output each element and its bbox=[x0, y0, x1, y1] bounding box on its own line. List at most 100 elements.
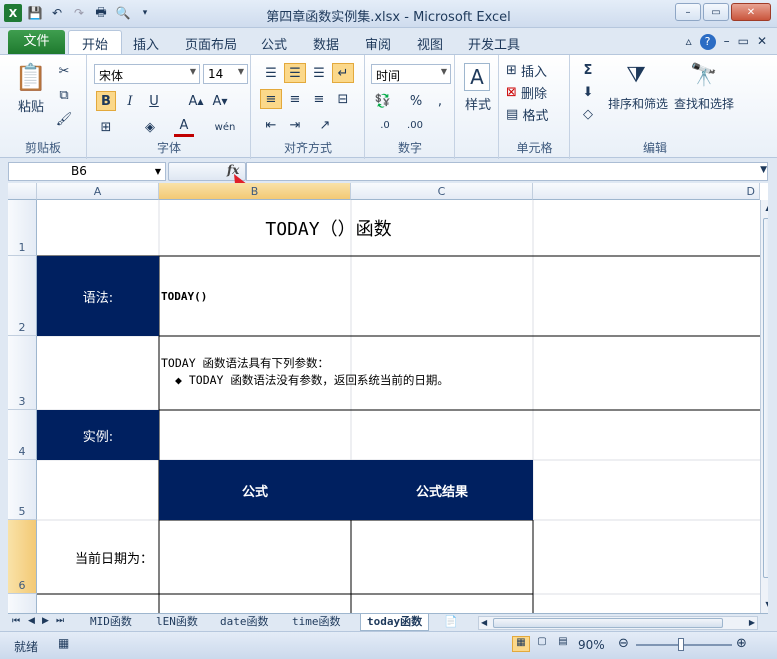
clear-icon[interactable]: ◇ bbox=[577, 105, 599, 123]
align-center-icon[interactable]: ≡ bbox=[284, 89, 306, 109]
column-header-b[interactable]: B bbox=[159, 183, 351, 200]
bold-button[interactable]: B bbox=[96, 91, 116, 111]
sheet-tab-date[interactable]: date函数 bbox=[214, 614, 275, 631]
column-header-d[interactable]: D bbox=[533, 183, 760, 200]
wrap-text-icon[interactable]: ↵ bbox=[332, 63, 354, 83]
paste-icon[interactable]: 📋 bbox=[15, 61, 47, 95]
page-break-view-icon[interactable]: ▤ bbox=[554, 636, 572, 652]
zoom-in-icon[interactable]: ⊕ bbox=[736, 636, 747, 651]
insert-cells-button[interactable]: ⊞ 插入 bbox=[506, 61, 566, 80]
collapse-ribbon-icon[interactable]: ▵ bbox=[686, 34, 692, 50]
phonetic-icon[interactable]: wén bbox=[214, 117, 236, 137]
sheet-tab-mid[interactable]: MID函数 bbox=[84, 614, 138, 631]
sheet-tab-len[interactable]: lEN函数 bbox=[150, 614, 204, 631]
autosum-icon[interactable]: Σ bbox=[577, 61, 599, 79]
zoom-slider-thumb[interactable] bbox=[678, 638, 684, 651]
row-header-3[interactable]: 3 bbox=[8, 336, 37, 410]
styles-button[interactable]: 样式 bbox=[460, 95, 496, 113]
tab-insert[interactable]: 插入 bbox=[133, 34, 159, 53]
tab-developer[interactable]: 开发工具 bbox=[468, 34, 520, 53]
format-cells-button[interactable]: ▤ 格式 bbox=[506, 105, 566, 124]
column-header-c[interactable]: C bbox=[351, 183, 533, 200]
increase-font-icon[interactable]: A ▲ bbox=[186, 91, 206, 111]
macro-record-icon[interactable]: ▦ bbox=[58, 636, 69, 650]
cut-icon[interactable]: ✂ bbox=[56, 63, 72, 79]
first-sheet-icon[interactable]: ⏮ bbox=[12, 616, 20, 626]
row-header-4[interactable]: 4 bbox=[8, 410, 37, 460]
increase-decimal-icon[interactable]: .0 bbox=[372, 115, 398, 135]
vertical-scrollbar[interactable]: ▲ ▼ bbox=[760, 200, 768, 613]
font-color-icon[interactable]: A bbox=[174, 117, 194, 137]
increase-indent-icon[interactable]: ⇥ bbox=[284, 115, 306, 135]
underline-button[interactable]: U bbox=[144, 91, 164, 111]
spreadsheet-grid[interactable]: A B C D 1 2 3 4 5 6 TODAY（）函数 语法: TODAY(… bbox=[8, 183, 768, 613]
current-date-label-cell[interactable]: 当前日期为： bbox=[37, 520, 159, 594]
column-header-a[interactable]: A bbox=[37, 183, 159, 200]
formula-input[interactable] bbox=[246, 162, 768, 181]
scroll-up-icon[interactable]: ▲ bbox=[761, 200, 768, 216]
row-header-5[interactable]: 5 bbox=[8, 460, 37, 520]
find-select-button[interactable]: 查找和选择 bbox=[673, 95, 735, 111]
scroll-left-icon[interactable]: ◀ bbox=[481, 618, 487, 627]
align-bottom-icon[interactable]: ☰ bbox=[308, 63, 330, 83]
selected-cell-b6[interactable] bbox=[159, 520, 351, 594]
formula-header-cell[interactable]: 公式 bbox=[159, 460, 351, 520]
maximize-button[interactable]: ▭ bbox=[703, 3, 729, 21]
number-format-select[interactable]: 时间 ▼ bbox=[371, 64, 451, 84]
select-all-corner[interactable] bbox=[8, 183, 37, 200]
font-size-select[interactable]: 14 ▼ bbox=[203, 64, 248, 84]
zoom-slider[interactable] bbox=[636, 638, 732, 651]
tab-file[interactable]: 文件 bbox=[8, 30, 65, 54]
decrease-font-icon[interactable]: A ▼ bbox=[210, 91, 230, 111]
minimize-workbook-icon[interactable]: – bbox=[724, 34, 730, 50]
syntax-label-cell[interactable]: 语法: bbox=[37, 256, 159, 336]
border-icon[interactable]: ⊞ bbox=[96, 117, 116, 137]
delete-cells-button[interactable]: ⊠ 删除 bbox=[506, 83, 566, 102]
merge-center-icon[interactable]: ⊟ bbox=[332, 89, 354, 109]
percent-button[interactable]: % bbox=[406, 91, 426, 111]
sheet-title[interactable]: TODAY（）函数 bbox=[37, 200, 760, 256]
decrease-decimal-icon[interactable]: .00 bbox=[402, 115, 428, 135]
minimize-button[interactable]: – bbox=[675, 3, 701, 21]
horizontal-scrollbar[interactable]: ◀ ▶ bbox=[478, 616, 758, 630]
horizontal-scroll-thumb[interactable] bbox=[493, 618, 723, 628]
sheet-tab-today[interactable]: today函数 bbox=[360, 614, 430, 631]
decrease-indent-icon[interactable]: ⇤ bbox=[260, 115, 282, 135]
align-top-icon[interactable]: ☰ bbox=[260, 63, 282, 83]
prev-sheet-icon[interactable]: ◀ bbox=[28, 616, 35, 626]
help-icon[interactable]: ? bbox=[699, 34, 716, 50]
restore-workbook-icon[interactable]: ▭ bbox=[738, 34, 749, 50]
tab-view[interactable]: 视图 bbox=[417, 34, 443, 53]
sort-filter-icon[interactable]: ⧩ bbox=[621, 59, 651, 91]
zoom-out-icon[interactable]: ⊖ bbox=[618, 636, 629, 651]
expand-formula-icon[interactable]: ▼ bbox=[760, 165, 767, 175]
row-header-7[interactable] bbox=[8, 594, 37, 613]
name-box[interactable]: B6 ▼ bbox=[8, 162, 166, 181]
styles-icon[interactable]: A bbox=[464, 63, 490, 91]
accounting-icon[interactable]: 💱 bbox=[372, 91, 394, 111]
tab-page-layout[interactable]: 页面布局 bbox=[185, 34, 237, 53]
syntax-value-cell[interactable]: TODAY() bbox=[161, 256, 461, 336]
zoom-level[interactable]: 90% bbox=[578, 638, 605, 652]
scroll-right-icon[interactable]: ▶ bbox=[749, 618, 755, 627]
find-select-icon[interactable]: 🔭 bbox=[689, 59, 719, 91]
font-name-select[interactable]: 宋体 ▼ bbox=[94, 64, 200, 84]
close-button[interactable]: ✕ bbox=[731, 3, 771, 21]
page-layout-view-icon[interactable]: ▢ bbox=[533, 636, 551, 652]
close-workbook-icon[interactable]: ✕ bbox=[757, 34, 767, 50]
insert-sheet-icon[interactable]: 📄 bbox=[444, 615, 458, 628]
last-sheet-icon[interactable]: ⏭ bbox=[56, 616, 64, 626]
row-header-2[interactable]: 2 bbox=[8, 256, 37, 336]
scroll-down-icon[interactable]: ▼ bbox=[761, 597, 768, 613]
tab-data[interactable]: 数据 bbox=[313, 34, 339, 53]
fill-icon[interactable]: ⬇ bbox=[577, 83, 599, 101]
copy-icon[interactable]: ⧉ bbox=[56, 87, 72, 103]
result-header-cell[interactable]: 公式结果 bbox=[351, 460, 533, 520]
paste-button[interactable]: 粘贴 bbox=[14, 97, 48, 115]
row-header-1[interactable]: 1 bbox=[8, 200, 37, 256]
params-cell[interactable]: TODAY 函数语法具有下列参数： ◆ TODAY 函数语法没有参数，返回系统当… bbox=[161, 355, 751, 395]
tab-review[interactable]: 审阅 bbox=[365, 34, 391, 53]
format-painter-icon[interactable]: 🖌 bbox=[56, 111, 73, 127]
normal-view-icon[interactable]: ▦ bbox=[512, 636, 530, 652]
next-sheet-icon[interactable]: ▶ bbox=[42, 616, 49, 626]
